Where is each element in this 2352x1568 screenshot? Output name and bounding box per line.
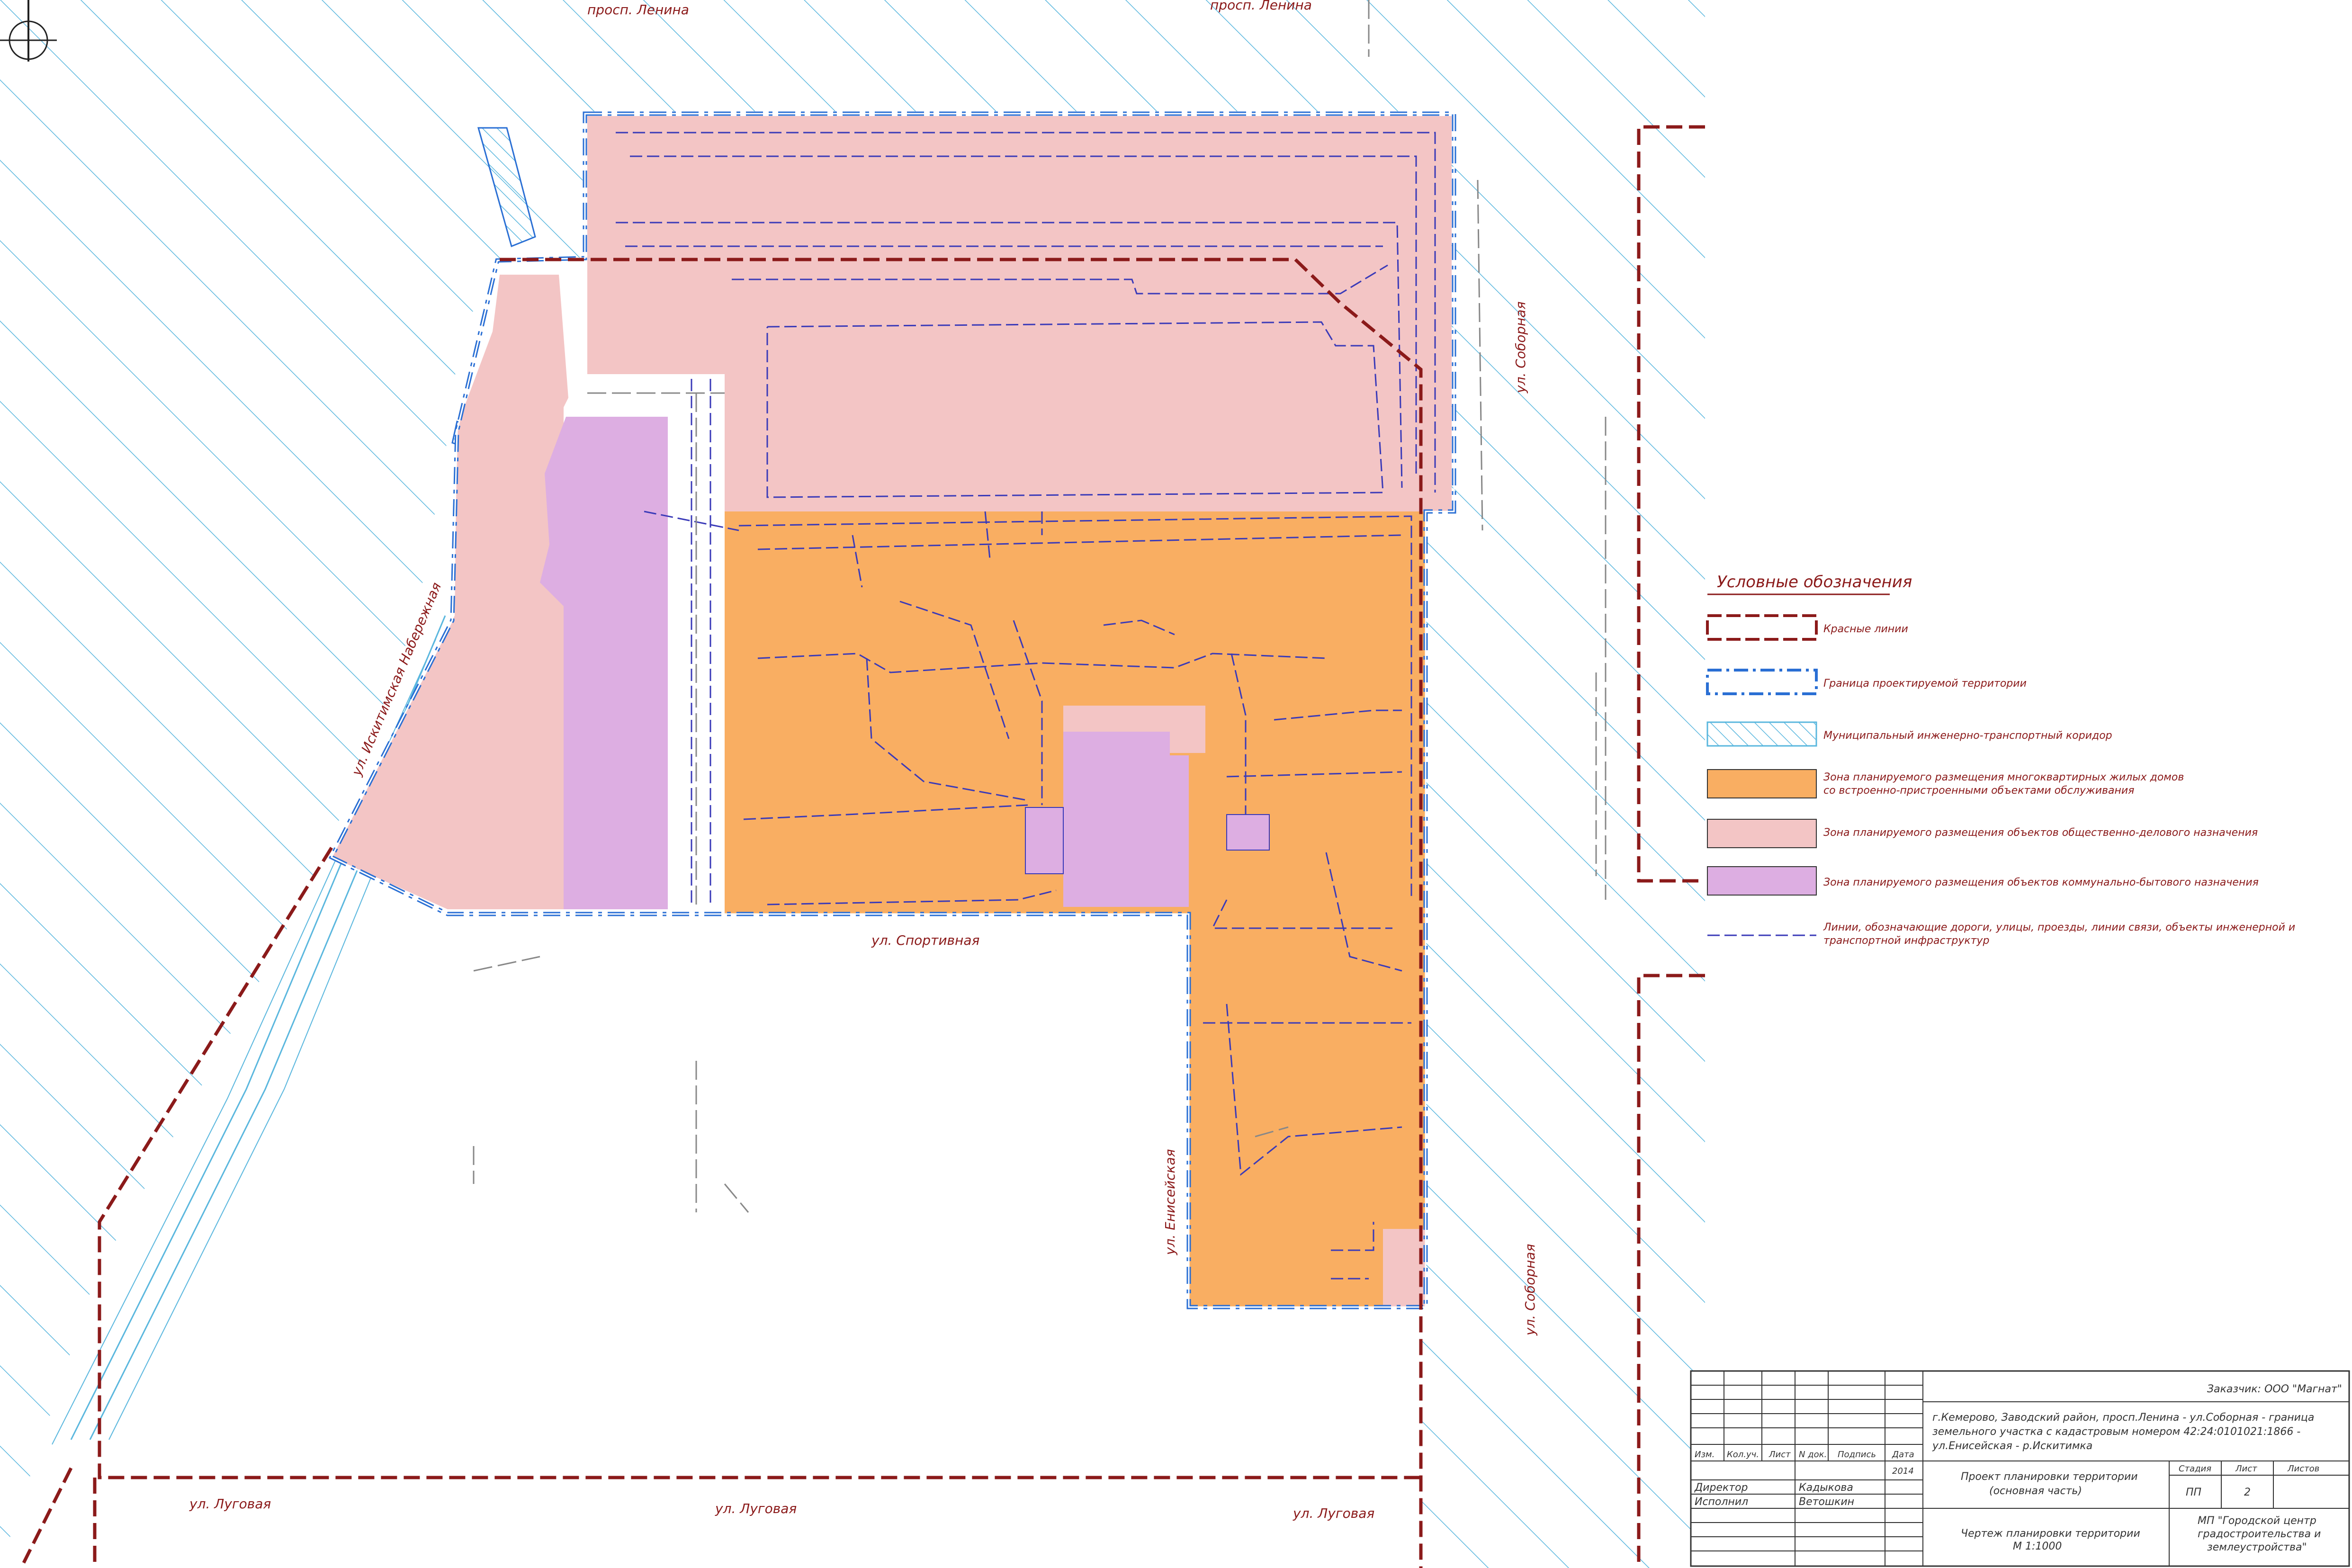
planning-drawing: просп. Ленина просп. Ленина ул. Соборная… (0, 0, 2350, 1568)
legend-label-dash-2: транспортной инфраструктур (1823, 935, 1989, 947)
stamp-col-list: Лист (1768, 1450, 1791, 1460)
zone-public-business-north (587, 116, 1452, 511)
stamp-project-1: Проект планировки территории (1961, 1471, 2138, 1483)
legend-label-hatch: Муниципальный инженерно-транспортный кор… (1823, 730, 2112, 742)
stamp-org-2: градостроительства и (2198, 1528, 2321, 1540)
stamp-sheets-header: Листов (2287, 1464, 2319, 1474)
legend-swatch-pink (1707, 819, 1817, 848)
street-lugovaya-right: ул. Луговая (1293, 1505, 1374, 1521)
legend-swatch-hatch (1706, 721, 1817, 747)
street-sobornaya-bottom: ул. Соборная (1522, 1244, 1538, 1336)
stamp-org-3: землеустройства" (2207, 1541, 2307, 1553)
stamp-sheet-header: Лист (2235, 1464, 2257, 1474)
stamp-col-izm: Изм. (1695, 1450, 1715, 1460)
stamp-stage-header: Стадия (2179, 1464, 2211, 1474)
legend-swatch-orange (1707, 769, 1817, 798)
stamp-col-ndok: N док. (1799, 1450, 1827, 1460)
stamp-address-1: г.Кемерово, Заводский район, просп.Ленин… (1932, 1412, 2314, 1424)
legend-label-red-lines: Красные линии (1823, 623, 1908, 635)
street-lugovaya-left: ул. Луговая (189, 1496, 271, 1512)
stamp-name-executor: Ветошкин (1799, 1496, 1854, 1508)
street-eniseyskaya: ул. Енисейская (1162, 1149, 1178, 1255)
legend-label-violet: Зона планируемого размещения объектов ко… (1823, 877, 2259, 888)
stamp-drawing-2: М 1:1000 (2013, 1541, 2062, 1552)
stamp-year: 2014 (1892, 1466, 1914, 1476)
legend: Условные обозначения Красные линии Грани… (1706, 573, 2295, 947)
legend-label-pink: Зона планируемого размещения объектов об… (1823, 827, 2258, 839)
stamp-sheet-value: 2 (2244, 1487, 2251, 1498)
zone-residential (725, 511, 1426, 1307)
street-sobornaya-top: ул. Соборная (1513, 302, 1528, 394)
street-lenina-right: просп. Ленина (1210, 0, 1312, 13)
legend-label-dash: Линии, обозначающие дороги, улицы, проез… (1823, 922, 2295, 933)
legend-label-orange: Зона планируемого размещения многокварти… (1823, 771, 2184, 783)
legend-swatch-violet (1707, 866, 1817, 896)
stamp-name-director: Кадыкова (1799, 1482, 1853, 1494)
title-block: Заказчик: ООО "Магнат" г.Кемерово, Завод… (1690, 1370, 2350, 1567)
zone-communal-box-2 (1226, 814, 1270, 851)
legend-swatch-red-lines (1706, 614, 1818, 641)
street-lenina-left: просп. Ленина (587, 2, 689, 18)
street-sportivnaya: ул. Спортивная (871, 932, 979, 948)
street-lugovaya-mid: ул. Луговая (715, 1501, 797, 1516)
stamp-customer: Заказчик: ООО "Магнат" (2207, 1383, 2342, 1395)
zone-communal-box-1 (1025, 807, 1064, 874)
stamp-col-podpis: Подпись (1838, 1450, 1876, 1460)
legend-title: Условные обозначения (1717, 573, 1912, 591)
stamp-col-data: Дата (1892, 1450, 1914, 1460)
stamp-address-3: ул.Енисейская - р.Искитимка (1932, 1440, 2092, 1452)
stamp-stage-value: ПП (2186, 1487, 2201, 1498)
stamp-org-1: МП "Городской центр (2198, 1515, 2316, 1527)
legend-label-orange-2: со встроенно-пристроенными объектами обс… (1823, 785, 2134, 797)
stamp-col-koluch: Кол.уч. (1727, 1450, 1759, 1460)
legend-swatch-boundary (1706, 669, 1818, 695)
stamp-address-2: земельного участка с кадастровым номером… (1932, 1426, 2300, 1438)
stamp-drawing-1: Чертеж планировки территории (1961, 1528, 2140, 1540)
stamp-role-director: Директор (1694, 1482, 1748, 1494)
zone-communal-center (1063, 732, 1189, 907)
legend-label-boundary: Граница проектируемой территории (1823, 678, 2027, 690)
hatch-corridor-right (1421, 111, 1705, 1568)
stamp-role-executor: Исполнил (1695, 1496, 1748, 1508)
stamp-project-2: (основная часть) (1989, 1485, 2082, 1497)
